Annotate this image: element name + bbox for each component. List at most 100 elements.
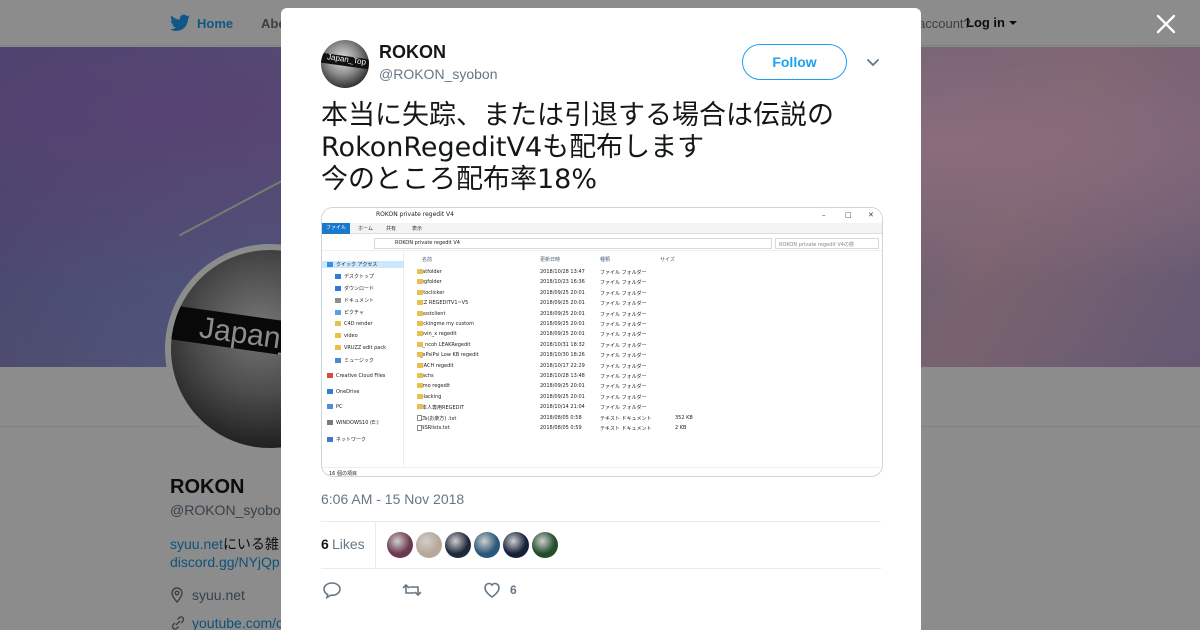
folder-icon: [417, 289, 423, 295]
liker-avatar[interactable]: [474, 532, 500, 558]
row-name-cell: REACH regedit: [417, 362, 454, 369]
row-name: Lc_ncoh LEAKRegedit: [417, 341, 471, 348]
nav-item-icon: [327, 420, 333, 425]
nav-item-icon: [335, 310, 341, 315]
nav-item-icon: [335, 345, 341, 350]
row-date: 2018/10/31 18:32: [540, 341, 585, 348]
explorer-nav-item: クイック アクセス: [322, 261, 404, 268]
folder-icon: [417, 373, 423, 378]
explorer-ribbon: [322, 223, 882, 234]
nav-item-icon: [335, 321, 341, 326]
explorer-nav-item: VRUZZ edit pack: [322, 345, 404, 351]
row-name-cell: 日本人専用REGEDIT: [417, 404, 464, 411]
row-name-cell: !regfolder: [417, 279, 442, 285]
row-type: ファイル フォルダー: [600, 290, 647, 297]
row-name-cell: BCZ REGEDITV1~V5: [417, 300, 468, 306]
follow-button[interactable]: Follow: [742, 44, 847, 80]
row-name-cell: autoclicker: [417, 289, 444, 296]
likes-divider: [375, 522, 376, 568]
folder-icon: [417, 383, 423, 389]
column-size: サイズ: [660, 257, 675, 263]
row-type: ファイル フォルダー: [600, 353, 647, 360]
row-date: 2018/10/30 18:26: [540, 352, 585, 359]
row-date: 2018/09/25 20:01: [540, 331, 585, 338]
folder-icon: [417, 279, 423, 285]
tweet-media-image[interactable]: ROKON private regedit V4 – □ ✕ ファイル ホーム …: [321, 207, 883, 477]
row-type: ファイル フォルダー: [600, 322, 647, 328]
author-name[interactable]: ROKON: [379, 42, 446, 63]
explorer-row: !regfolder 2018/10/23 16:36 ファイル フォルダー: [417, 279, 717, 289]
likes-label[interactable]: Likes: [332, 536, 365, 552]
reply-icon[interactable]: [322, 581, 342, 599]
explorer-nav-item: Creative Cloud Files: [322, 373, 404, 379]
row-type: ファイル フォルダー: [600, 342, 647, 349]
row-date: 2018/09/25 20:01: [540, 300, 585, 307]
explorer-nav-item: ネットワーク: [322, 436, 404, 443]
row-name: p_xPsiPsi Low KB regedit: [417, 352, 479, 359]
explorer-titlebar: ROKON private regedit V4 – □ ✕: [322, 208, 882, 223]
column-date: 更新日時: [540, 257, 561, 263]
row-name-cell: ALTs(お楽方) .txt: [417, 414, 457, 422]
folder-icon: [417, 269, 423, 274]
row-date: 2018/10/14 21:04: [540, 404, 585, 411]
divider: [321, 568, 881, 569]
liker-avatar[interactable]: [387, 532, 413, 558]
file-icon: [417, 425, 422, 431]
column-type: 種類: [600, 257, 611, 263]
explorer-row: 日本人専用REGEDIT 2018/10/14 21:04 ファイル フォルダー: [417, 404, 717, 414]
chevron-down-icon[interactable]: [866, 58, 880, 68]
row-type: ファイル フォルダー: [600, 405, 647, 412]
row-size: 352 KB: [675, 414, 693, 421]
explorer-nav-item: OneDrive: [322, 389, 404, 395]
row-date: 2018/10/28 13:47: [540, 269, 585, 275]
explorer-row: ikevin_x regedit 2018/09/25 20:01 ファイル フォル…: [417, 331, 717, 341]
row-date: 2018/09/25 20:01: [540, 393, 585, 400]
nav-item-label: Creative Cloud Files: [336, 373, 386, 379]
nav-item-label: ダウンロード: [344, 286, 375, 292]
explorer-row: reachs 2018/10/28 13:48 ファイル フォルダー: [417, 373, 717, 383]
likes-count[interactable]: 6: [321, 536, 329, 552]
tweet-timestamp[interactable]: 6:06 AM - 15 Nov 2018: [321, 491, 464, 507]
explorer-status: 16 個の項目: [322, 467, 882, 476]
retweet-icon[interactable]: [402, 581, 422, 599]
row-name-cell: hackingme my custom: [417, 321, 474, 327]
nav-item-icon: [327, 373, 333, 378]
row-type: ファイル フォルダー: [600, 332, 647, 339]
like-icon[interactable]: [482, 581, 502, 599]
explorer-window-title: ROKON private regedit V4: [376, 211, 454, 218]
close-icon[interactable]: [1154, 12, 1178, 36]
folder-icon: [417, 300, 423, 306]
explorer-nav-item: WINDOWS10 (E:): [322, 420, 404, 426]
author-avatar[interactable]: Japan_Top: [321, 40, 369, 88]
row-name-cell: sumo regedit: [417, 383, 450, 389]
column-name: 名前: [422, 257, 433, 263]
nav-item-icon: [335, 333, 341, 338]
nav-item-icon: [327, 437, 333, 442]
ribbon-tab-share: 共有: [386, 226, 397, 232]
row-name: ALTs(お楽方) .txt: [417, 415, 457, 422]
nav-item-icon: [335, 298, 341, 303]
row-date: 2018/10/28 13:48: [540, 373, 585, 379]
liker-avatar[interactable]: [445, 532, 471, 558]
explorer-address: ROKON private regedit V4: [395, 240, 460, 246]
explorer-row: Zblacking 2018/09/25 20:01 ファイル フォルダー: [417, 393, 717, 404]
author-handle[interactable]: @ROKON_syobon: [379, 66, 497, 82]
row-name: 日本人専用REGEDIT: [417, 405, 465, 412]
liker-avatar[interactable]: [503, 532, 529, 558]
liker-avatar[interactable]: [416, 532, 442, 558]
ribbon-tab-file: ファイル: [322, 223, 350, 234]
explorer-nav-item: PC: [322, 404, 404, 410]
row-date: 2018/09/25 20:01: [540, 310, 585, 317]
row-name: hackingme my custom: [417, 321, 474, 327]
explorer-row: hackingme my custom 2018/09/25 20:01 ファイル …: [417, 321, 717, 331]
explorer-nav-item: video: [322, 333, 404, 339]
explorer-row: !batfolder 2018/10/28 13:47 ファイル フォルダー: [417, 269, 717, 279]
like-action-count: 6: [510, 583, 517, 597]
row-name-cell: Lc_ncoh LEAKRegedit: [417, 341, 471, 348]
nav-item-label: video: [344, 333, 358, 339]
explorer-row: Lc_ncoh LEAKRegedit 2018/10/31 18:32 ファイル …: [417, 341, 717, 352]
row-type: テキスト ドキュメント: [600, 415, 652, 422]
nav-item-label: ピクチャ: [344, 310, 364, 316]
nav-item-label: ネットワーク: [336, 437, 367, 443]
liker-avatar[interactable]: [532, 532, 558, 558]
